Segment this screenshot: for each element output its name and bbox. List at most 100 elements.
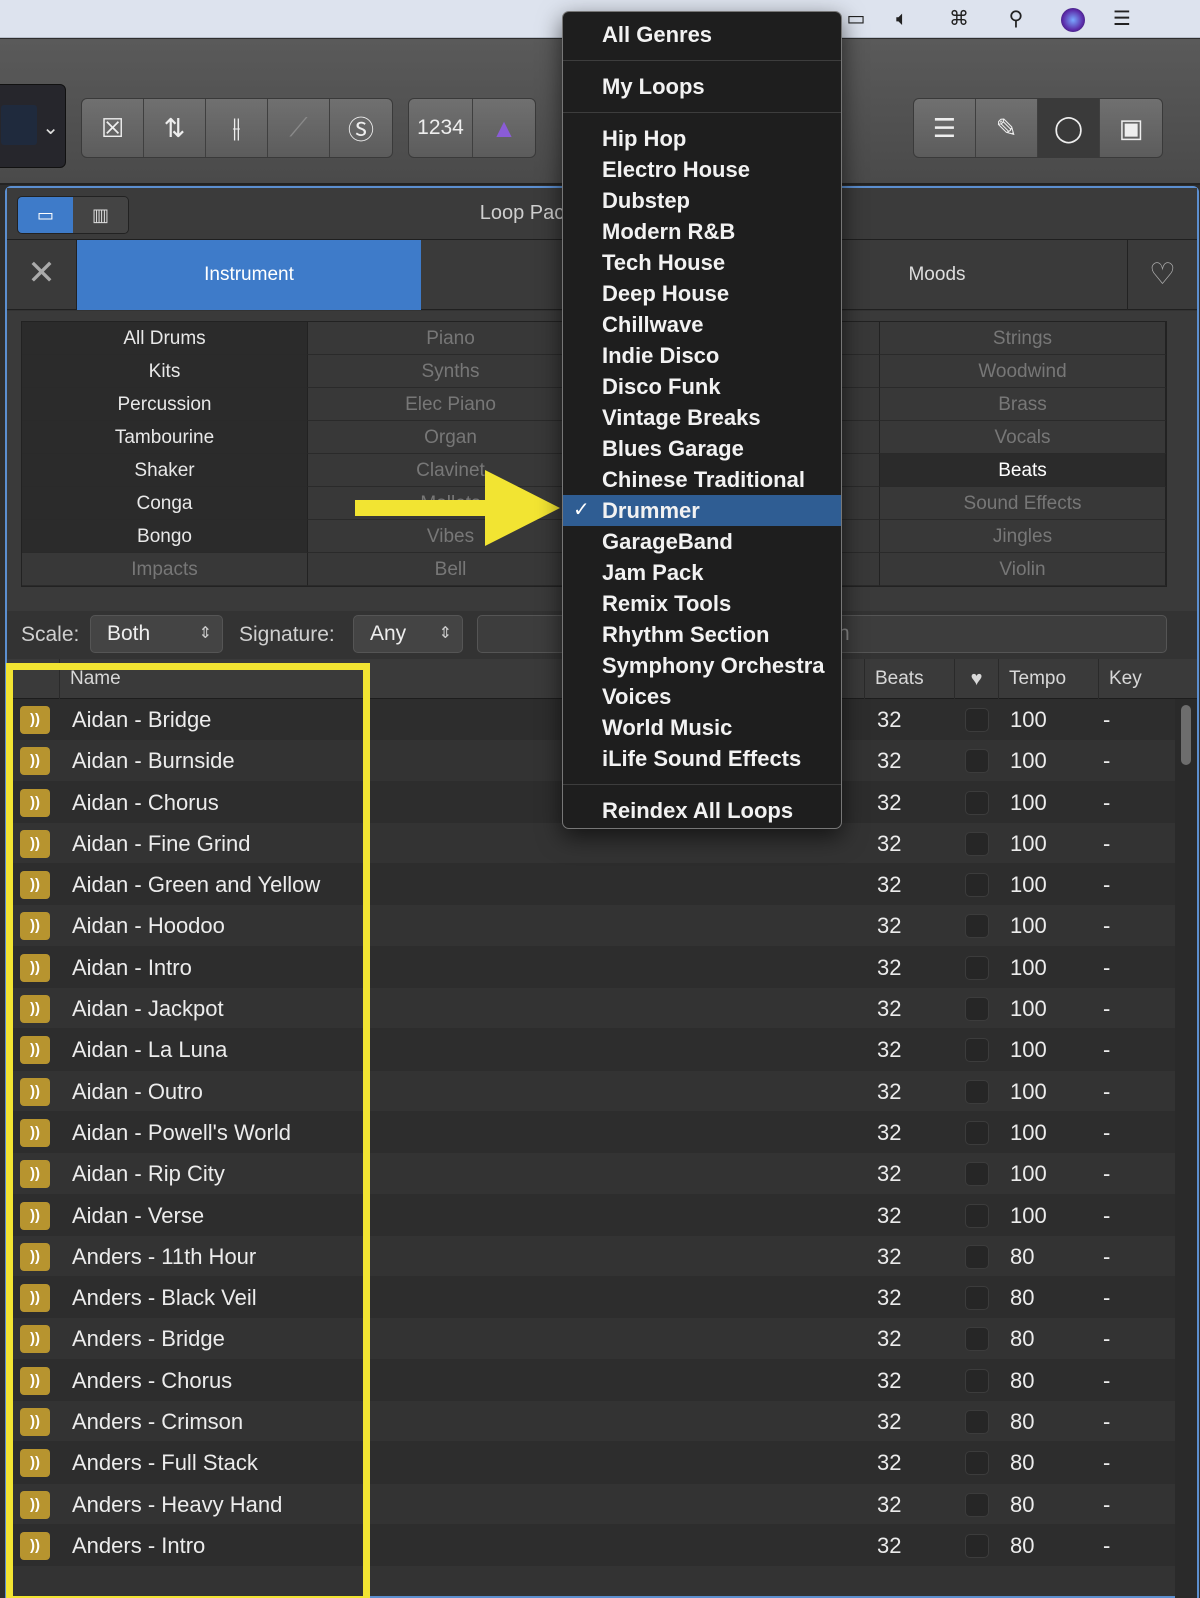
keyword-button[interactable]: Jingles xyxy=(880,520,1166,553)
column-header-tempo[interactable]: Tempo xyxy=(998,659,1098,699)
keyword-button[interactable]: Synths xyxy=(308,355,594,388)
favorite-checkbox[interactable] xyxy=(965,1120,989,1145)
menu-item-label: iLife Sound Effects xyxy=(602,746,802,771)
keyword-button[interactable]: Impacts xyxy=(22,553,308,586)
menu-item[interactable]: Vintage Breaks xyxy=(563,402,841,433)
menu-item[interactable]: Disco Funk xyxy=(563,371,841,402)
favorite-checkbox[interactable] xyxy=(965,1162,989,1187)
favorite-checkbox[interactable] xyxy=(965,708,989,732)
column-header-favorite[interactable]: ♥ xyxy=(954,659,998,699)
favorite-checkbox[interactable] xyxy=(965,831,989,856)
favorite-checkbox[interactable] xyxy=(965,1451,989,1476)
media-browser-icon[interactable]: ▣ xyxy=(1100,99,1162,157)
chevron-down-icon[interactable]: ⌄ xyxy=(42,115,59,140)
menu-item[interactable]: GarageBand xyxy=(563,526,841,557)
tuner-icon[interactable]: ⟋ xyxy=(268,99,330,157)
scrollbar-thumb[interactable] xyxy=(1181,705,1191,765)
keyword-button[interactable]: Brass xyxy=(880,388,1166,421)
metronome-icon[interactable]: ▲ xyxy=(473,99,535,157)
menu-item[interactable]: Blues Garage xyxy=(563,433,841,464)
keyword-button[interactable]: Beats xyxy=(880,454,1166,487)
keyword-button[interactable]: Conga xyxy=(22,487,308,520)
menu-item[interactable]: Remix Tools xyxy=(563,588,841,619)
column-header-key[interactable]: Key xyxy=(1098,659,1158,699)
menu-item[interactable]: Hip Hop xyxy=(563,123,841,154)
favorite-checkbox[interactable] xyxy=(965,1368,989,1393)
menu-item[interactable]: Jam Pack xyxy=(563,557,841,588)
loop-key: - xyxy=(1103,1491,1111,1517)
menu-item[interactable]: Chillwave xyxy=(563,309,841,340)
keyword-button[interactable]: Tambourine xyxy=(22,421,308,454)
keyboard-viewer-icon[interactable]: ⌘ xyxy=(945,6,973,32)
menu-item[interactable]: Indie Disco xyxy=(563,340,841,371)
menu-item[interactable]: Rhythm Section xyxy=(563,619,841,650)
menu-item[interactable]: iLife Sound Effects xyxy=(563,743,841,774)
note-pad-icon[interactable]: ✎ xyxy=(976,99,1038,157)
favorite-checkbox[interactable] xyxy=(965,1327,989,1352)
menu-item[interactable]: Deep House xyxy=(563,278,841,309)
close-icon[interactable]: ☒ xyxy=(82,99,144,157)
favorite-checkbox[interactable] xyxy=(965,1492,989,1517)
airplay-icon[interactable]: ▭ xyxy=(842,6,870,32)
favorite-checkbox[interactable] xyxy=(965,955,989,980)
menu-item[interactable]: ✓ Drummer xyxy=(563,495,841,526)
mixer-icon[interactable]: ⫲ xyxy=(206,99,268,157)
favorite-checkbox[interactable] xyxy=(965,1203,989,1228)
lcd-display[interactable]: ⌄ xyxy=(0,84,66,168)
menu-item[interactable]: Modern R&B xyxy=(563,216,841,247)
list-editors-icon[interactable]: ☰ xyxy=(914,99,976,157)
column-header-beats[interactable]: Beats xyxy=(864,659,954,699)
menu-item[interactable]: Voices xyxy=(563,681,841,712)
favorite-checkbox[interactable] xyxy=(965,873,989,898)
keyword-button[interactable]: Kits xyxy=(22,355,308,388)
menu-item[interactable]: Chinese Traditional xyxy=(563,464,841,495)
siri-icon[interactable] xyxy=(1059,6,1087,32)
loop-key: - xyxy=(1103,707,1111,732)
menu-item[interactable]: World Music xyxy=(563,712,841,743)
menu-item[interactable]: All Genres xyxy=(563,19,841,50)
menu-item[interactable]: Tech House xyxy=(563,247,841,278)
loop-beats: 32 xyxy=(877,1450,902,1476)
keyword-button[interactable]: Woodwind xyxy=(880,355,1166,388)
keyword-button[interactable]: Piano xyxy=(308,322,594,355)
reset-icon[interactable]: ✕ xyxy=(7,240,77,310)
favorite-checkbox[interactable] xyxy=(965,1244,989,1269)
menu-item[interactable]: Symphony Orchestra xyxy=(563,650,841,681)
keyword-button[interactable]: Percussion xyxy=(22,388,308,421)
keyword-button[interactable]: Bell xyxy=(308,553,594,586)
menu-item[interactable]: My Loops xyxy=(563,71,841,102)
keyword-button[interactable]: Violin xyxy=(880,553,1166,586)
tab-instrument[interactable]: Instrument xyxy=(77,240,421,310)
favorite-checkbox[interactable] xyxy=(965,1079,989,1104)
count-in-button[interactable]: 1234 xyxy=(409,99,473,157)
menu-item[interactable]: Electro House xyxy=(563,154,841,185)
notification-center-icon[interactable]: ☰ xyxy=(1108,6,1136,32)
vertical-scrollbar[interactable] xyxy=(1175,699,1197,1598)
favorite-checkbox[interactable] xyxy=(965,1533,989,1558)
keyword-button[interactable]: Elec Piano xyxy=(308,388,594,421)
loop-browser-icon[interactable]: ◯ xyxy=(1038,99,1100,157)
spotlight-icon[interactable]: ⚲ xyxy=(1002,6,1030,32)
volume-icon[interactable]: 🔈︎ xyxy=(888,6,916,32)
keyword-button[interactable]: Organ xyxy=(308,421,594,454)
signature-select[interactable]: Any ⇕ xyxy=(353,615,463,653)
keyword-button[interactable]: Sound Effects xyxy=(880,487,1166,520)
bounce-icon[interactable]: ⇅ xyxy=(144,99,206,157)
keyword-button[interactable]: Bongo xyxy=(22,520,308,553)
menu-item[interactable]: Dubstep xyxy=(563,185,841,216)
solo-icon[interactable]: Ⓢ xyxy=(330,99,392,157)
favorite-checkbox[interactable] xyxy=(965,1286,989,1311)
favorite-checkbox[interactable] xyxy=(965,914,989,939)
menu-item[interactable]: Reindex All Loops xyxy=(563,795,841,826)
keyword-button[interactable]: Shaker xyxy=(22,454,308,487)
favorite-checkbox[interactable] xyxy=(965,997,989,1022)
keyword-button[interactable]: All Drums xyxy=(22,322,308,355)
scale-select[interactable]: Both ⇕ xyxy=(90,615,223,653)
keyword-button[interactable]: Strings xyxy=(880,322,1166,355)
favorite-checkbox[interactable] xyxy=(965,1410,989,1435)
favorite-checkbox[interactable] xyxy=(965,790,989,815)
keyword-button[interactable]: Vocals xyxy=(880,421,1166,454)
favorite-checkbox[interactable] xyxy=(965,1038,989,1063)
heart-icon[interactable]: ♡ xyxy=(1127,240,1197,310)
favorite-checkbox[interactable] xyxy=(965,749,989,774)
